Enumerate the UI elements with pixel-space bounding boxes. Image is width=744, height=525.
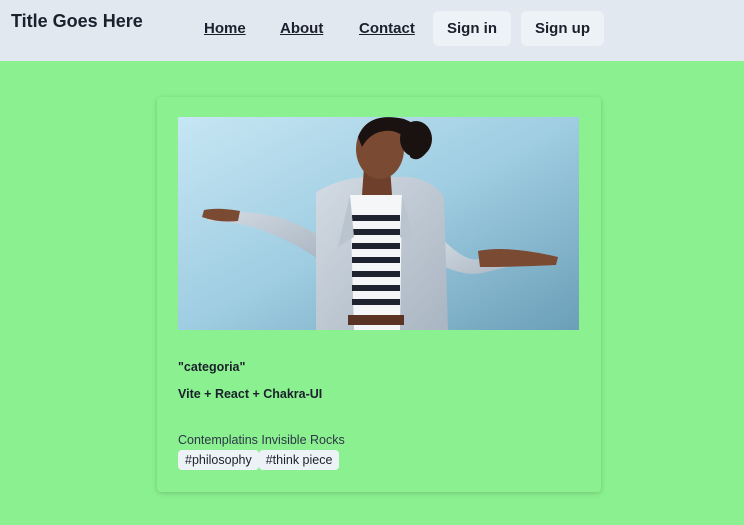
site-header: Title Goes Here Home About Contact Sign … bbox=[0, 0, 744, 61]
post-heading: Vite + React + Chakra-UI bbox=[178, 387, 323, 401]
sign-in-button[interactable]: Sign in bbox=[433, 11, 511, 46]
nav-link-about[interactable]: About bbox=[280, 20, 323, 37]
card-image bbox=[178, 117, 579, 330]
nav-link-home[interactable]: Home bbox=[204, 20, 246, 37]
nav-link-contact[interactable]: Contact bbox=[359, 20, 415, 37]
tag-think-piece[interactable]: #think piece bbox=[258, 450, 340, 470]
post-category: "categoria" bbox=[178, 360, 246, 374]
post-text: Contemplatins Invisible Rocks bbox=[178, 433, 345, 447]
sign-up-button[interactable]: Sign up bbox=[521, 11, 604, 46]
woman-shrugging-illustration bbox=[178, 117, 579, 330]
tag-philosophy[interactable]: #philosophy bbox=[178, 450, 259, 470]
tag-list: #philosophy #think piece bbox=[178, 450, 340, 470]
site-title: Title Goes Here bbox=[11, 11, 143, 31]
post-card: "categoria" Vite + React + Chakra-UI Con… bbox=[157, 97, 601, 492]
